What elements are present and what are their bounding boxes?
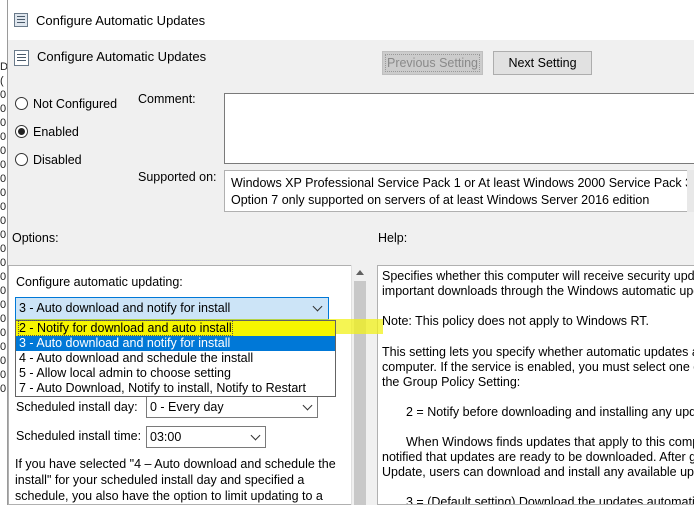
configure-updating-value: 3 - Auto download and notify for install [19,301,231,315]
chevron-down-icon [302,400,313,411]
description-line: install" for your scheduled install day … [15,473,305,487]
dropdown-option[interactable]: 7 - Auto Download, Notify to install, No… [16,381,335,396]
previous-setting-button[interactable]: Previous Setting [382,51,483,75]
chevron-down-icon [312,301,323,312]
radio-disabled-label[interactable]: Disabled [33,152,82,168]
scroll-up-arrow-icon[interactable] [356,270,364,275]
help-line: computer. If the service is enabled, you… [382,360,694,374]
supported-on-text: Windows XP Professional Service Pack 1 o… [224,170,694,212]
install-time-value: 03:00 [150,430,182,444]
help-panel: Specifies whether this computer will rec… [377,265,694,505]
install-day-value: 0 - Every day [150,400,224,414]
title-bar: Configure Automatic Updates [8,0,694,40]
help-line: Note: This policy does not apply to Wind… [382,314,650,328]
description-line: schedule, you also have the option to li… [15,489,323,503]
help-line: 3 = (Default setting) Download the updat… [406,495,694,505]
help-line: This setting lets you specify whether au… [382,345,694,359]
comment-textarea[interactable] [224,93,694,164]
policy-setting-icon [14,50,29,66]
scroll-thumb[interactable] [354,281,366,505]
configure-updating-dropdown[interactable]: 2 - Notify for download and auto install… [15,320,336,397]
help-label: Help: [378,231,408,245]
dropdown-option[interactable]: 2 - Notify for download and auto install [16,320,335,336]
description-line: If you have selected "4 – Auto download … [15,457,336,471]
help-line: 2 = Notify before downloading and instal… [406,405,694,419]
help-line: the Group Policy Setting: [382,375,521,389]
install-time-select[interactable]: 03:00 [146,426,266,448]
dropdown-option[interactable]: 4 - Auto download and schedule the insta… [16,351,335,366]
help-line: Update, users can download and install a… [382,465,694,479]
radio-enabled-indicator[interactable] [15,125,28,138]
install-day-select[interactable]: 0 - Every day [146,396,318,418]
help-line: important downloads through the Windows … [382,284,694,298]
setting-title: Configure Automatic Updates [37,49,207,64]
configure-updating-select[interactable]: 3 - Auto download and notify for install [15,297,329,320]
next-setting-button[interactable]: Next Setting [493,51,592,75]
install-time-label: Scheduled install time: [16,429,142,443]
dropdown-option-selected[interactable]: 3 - Auto download and notify for install [16,336,335,351]
install-day-label: Scheduled install day: [16,400,138,414]
configure-automatic-updates-dialog: Configure Automatic Updates Configure Au… [7,0,694,505]
radio-not-configured-indicator[interactable] [15,97,28,110]
next-setting-label: Next Setting [508,56,577,70]
supported-on-label: Supported on: [138,170,217,184]
help-line: When Windows finds updates that apply to… [406,435,694,449]
supported-line: Option 7 only supported on servers of at… [231,193,650,207]
help-line: Specifies whether this computer will rec… [382,269,694,283]
radio-not-configured-label[interactable]: Not Configured [33,96,117,112]
configure-updating-label: Configure automatic updating: [16,275,183,289]
supported-scrollbar[interactable] [687,170,694,212]
previous-setting-label: Previous Setting [384,54,481,72]
background-window-text: D(0 0 0 0 0 0 0 0 0 0 0 0 0 0 0 0 0 0 0 0 0 0 [0,61,7,395]
comment-label: Comment: [138,92,196,106]
supported-line: Windows XP Professional Service Pack 1 o… [231,176,693,190]
dropdown-option-label: 2 - Notify for download and auto install [18,320,233,336]
policy-icon [14,13,28,27]
options-scrollbar[interactable] [351,265,368,505]
options-label: Options: [12,231,59,245]
radio-disabled-indicator[interactable] [15,153,28,166]
dropdown-option[interactable]: 5 - Allow local admin to choose setting [16,366,335,381]
options-description: If you have selected "4 – Auto download … [15,456,340,504]
chevron-down-icon [250,430,261,441]
radio-enabled-label[interactable]: Enabled [33,124,79,140]
window-title: Configure Automatic Updates [36,13,206,28]
help-line: notified that updates are ready to be do… [382,450,694,464]
